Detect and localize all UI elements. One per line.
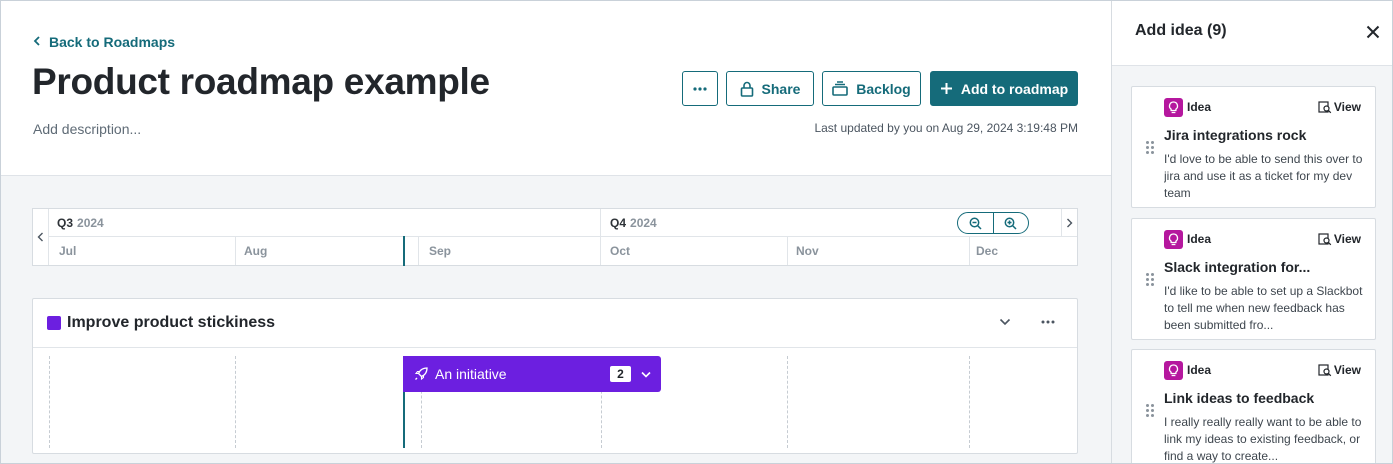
timeline-next-button[interactable] [1061, 209, 1077, 237]
idea-title: Jira integrations rock [1164, 127, 1307, 143]
page-title[interactable]: Product roadmap example [32, 61, 490, 103]
initiative-bar[interactable]: An initiative 2 [403, 356, 661, 392]
zoom-in-button[interactable] [994, 213, 1029, 233]
month-divider [235, 236, 236, 265]
view-icon [1318, 363, 1332, 376]
month-divider [969, 236, 970, 265]
zoom-out-button[interactable] [958, 213, 994, 233]
month-divider [418, 236, 419, 265]
rocket-icon [412, 365, 430, 383]
month-label: Sep [429, 244, 452, 258]
goal-header[interactable]: Improve product stickiness [33, 299, 1077, 348]
quarter-label: Q4 2024 [610, 216, 657, 230]
idea-description: I'd like to be able to set up a Slackbot… [1164, 284, 1363, 332]
idea-description: I really really really want to be able t… [1164, 415, 1362, 463]
quarter-label: Q3 2024 [57, 216, 104, 230]
idea-description: I'd love to be able to send this over to… [1164, 152, 1363, 200]
drag-handle-icon[interactable] [1146, 404, 1156, 420]
zoom-controls [957, 212, 1029, 234]
grid-line [969, 356, 970, 448]
backlog-label: Backlog [856, 80, 911, 97]
lightbulb-icon [1164, 361, 1183, 380]
initiative-count-badge: 2 [610, 366, 631, 382]
lightbulb-icon [1164, 98, 1183, 117]
backlog-icon [832, 81, 849, 96]
share-button[interactable]: Share [726, 71, 814, 106]
goal-color-swatch [47, 316, 61, 330]
lock-icon [740, 81, 754, 97]
grid-line [235, 356, 236, 448]
drag-handle-icon[interactable] [1146, 141, 1156, 157]
back-label: Back to Roadmaps [49, 34, 176, 50]
chevron-down-icon[interactable] [639, 367, 653, 381]
zoom-out-icon [969, 217, 982, 230]
idea-type-label: Idea [1187, 232, 1212, 246]
view-icon [1318, 100, 1332, 113]
backlog-button[interactable]: Backlog [822, 71, 921, 106]
collapse-goal-button[interactable] [995, 312, 1015, 332]
chevron-left-icon [37, 232, 43, 242]
share-label: Share [761, 80, 801, 97]
add-idea-panel: Add idea (9) Idea View Jira integrations… [1111, 1, 1392, 463]
idea-title: Slack integration for... [1164, 259, 1311, 275]
roadmap-header: Back to Roadmaps Product roadmap example… [1, 1, 1111, 176]
initiative-label: An initiative [435, 366, 507, 382]
chevron-right-icon [1067, 218, 1073, 228]
panel-title: Add idea (9) [1135, 22, 1227, 39]
grid-line [787, 356, 788, 448]
close-panel-button[interactable] [1362, 21, 1384, 43]
view-icon [1318, 232, 1332, 245]
idea-type-label: Idea [1187, 100, 1212, 114]
more-options-button[interactable] [682, 71, 718, 106]
app-window: Back to Roadmaps Product roadmap example… [0, 0, 1393, 464]
description-field[interactable]: Add description... [33, 121, 141, 137]
add-to-roadmap-button[interactable]: Add to roadmap [930, 71, 1078, 106]
zoom-in-icon [1004, 217, 1017, 230]
view-idea-button[interactable]: View [1318, 100, 1361, 114]
today-marker [403, 236, 405, 266]
idea-title: Link ideas to feedback [1164, 390, 1315, 406]
panel-header: Add idea (9) [1112, 1, 1392, 66]
goal-title: Improve product stickiness [67, 314, 276, 331]
timeline-header: Q3 2024 Q4 2024 Jul Aug Sep Oct Nov Dec [32, 208, 1078, 266]
month-divider [787, 236, 788, 265]
idea-card[interactable]: Idea View Link ideas to feedback I reall… [1131, 349, 1376, 463]
add-to-roadmap-label: Add to roadmap [960, 80, 1069, 97]
plus-icon [940, 82, 953, 95]
close-icon [1366, 25, 1380, 39]
drag-handle-icon[interactable] [1146, 273, 1156, 289]
grid-line [49, 356, 50, 448]
month-label: Oct [610, 244, 631, 258]
quarter-divider [600, 209, 601, 237]
back-to-roadmaps-link[interactable]: Back to Roadmaps [33, 34, 175, 50]
view-idea-button[interactable]: View [1318, 363, 1361, 377]
roadmap-main: Back to Roadmaps Product roadmap example… [1, 1, 1111, 463]
roadmap-canvas: Q3 2024 Q4 2024 Jul Aug Sep Oct Nov Dec … [1, 176, 1111, 463]
last-updated-text: Last updated by you on Aug 29, 2024 3:19… [814, 121, 1078, 135]
timeline-divider [49, 236, 1077, 237]
lightbulb-icon [1164, 230, 1183, 249]
month-divider [600, 236, 601, 265]
chevron-down-icon [999, 318, 1011, 326]
month-label: Dec [976, 244, 999, 258]
chevron-left-icon [33, 33, 41, 49]
month-label: Nov [796, 244, 819, 258]
idea-card[interactable]: Idea View Slack integration for... I'd l… [1131, 218, 1376, 340]
month-label: Aug [244, 244, 268, 258]
month-label: Jul [59, 244, 77, 258]
ellipsis-icon [693, 86, 707, 91]
timeline-prev-button[interactable] [33, 209, 49, 265]
goal-card: Improve product stickiness An initiative… [32, 298, 1078, 454]
idea-card[interactable]: Idea View Jira integrations rock I'd lov… [1131, 86, 1376, 208]
goal-more-button[interactable] [1038, 312, 1058, 332]
ellipsis-icon [1041, 320, 1055, 324]
view-idea-button[interactable]: View [1318, 232, 1361, 246]
idea-type-label: Idea [1187, 363, 1212, 377]
